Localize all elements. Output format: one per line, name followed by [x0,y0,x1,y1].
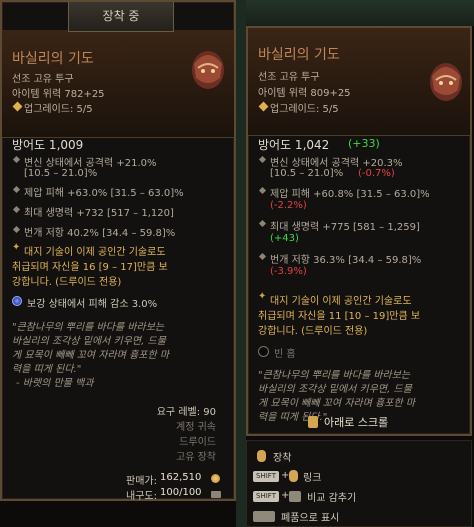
background-strip-top [246,0,474,26]
keybind-label: 폐품으로 표시 [281,513,340,524]
anvil-icon [211,491,221,498]
background-strip [236,0,246,527]
helm-icon [424,56,468,106]
keybind-link[interactable]: SHIFT + 링크 [247,467,473,485]
unique-power-line-2: 취급되며 자신을 11 [10 – 19]만큼 보 [258,311,421,322]
compared-item-tooltip: 바실리의 기도 선조 고유 투구 아이템 위력 809+25 업그레이드: 5/… [246,26,472,436]
affix-bullet-icon [258,155,267,164]
helm-icon [186,44,230,94]
shift-key-icon: SHIFT [253,491,279,502]
item-power: 아이템 위력 809+25 [258,88,351,99]
mouse-scroll-icon [308,416,318,428]
affix-bullet-icon [12,185,21,194]
empty-socket-icon [258,346,269,357]
affix-bullet-icon [12,225,21,234]
durability-value: 100/100 [160,487,202,498]
unique-power-line-3: 강합니다. (드루이드 전용) [258,326,368,337]
item-power: 아이템 위력 782+25 [12,89,105,100]
gold-coin-icon [211,474,220,483]
unique-power-line-1: 대지 기술이 이제 공인간 기술로도 [270,296,412,307]
scroll-down-hint: 아래로 스크롤 [324,416,389,429]
affix-4-diff: (-3.9%) [270,266,307,277]
flavor-line-1: "큰참나무의 뿌리를 바다를 바라보는 [12,322,165,333]
affix-1: 변신 상태에서 공격력 +20.3% [270,158,403,169]
affix-bullet-icon [258,219,267,228]
unique-star-icon: ✦ [12,242,21,253]
item-name: 바실리의 기도 [12,51,94,67]
affix-4: 번개 저항 36.3% [34.4 – 59.8]% [270,255,422,266]
unique-star-icon: ✦ [258,291,267,302]
left-click-icon [289,470,298,482]
class-restriction: 드루이드 [179,437,216,448]
shift-key-icon: SHIFT [253,471,279,482]
armor-value: 방어도 1,009 [12,138,84,152]
aspect-text: 보강 상태에서 피해 감소 3.0% [27,299,158,310]
unique-power-line-1: 대지 기술이 이제 공인간 기술로도 [24,247,166,258]
item-type: 선조 고유 투구 [258,72,320,83]
affix-2: 제압 피해 +60.8% [31.5 – 63.0]% [270,189,430,200]
unique-equipped: 고유 장착 [176,452,216,463]
affix-3: 최대 생명력 +732 [517 – 1,120] [24,208,174,219]
flavor-source: - 바렛의 만물 백과 [16,378,94,389]
affix-1: 변신 상태에서 공격력 +21.0% [24,158,157,169]
affix-3-diff: (+43) [270,233,299,244]
key-icon [289,491,301,502]
sell-label: 판매가: [126,476,157,487]
unique-power-line-2: 취급되며 자신을 16 [9 – 17]만큼 보 [12,262,168,273]
sell-value: 162,510 [160,472,202,483]
item-type: 선조 고유 투구 [12,74,74,85]
item-upgrades: 업그레이드: 5/5 [270,104,339,115]
empty-socket-label: 빈 홈 [274,349,296,360]
affix-4: 번개 저항 40.2% [34.4 – 59.8]% [24,228,176,239]
affix-bullet-icon [12,205,21,214]
keybind-label: 장착 [273,453,292,464]
account-bound: 계정 귀속 [176,422,216,433]
aspect-icon [12,296,22,306]
required-level: 요구 레벨: 90 [156,407,216,418]
item-upgrades: 업그레이드: 5/5 [24,104,93,115]
affix-bullet-icon [258,186,267,195]
affix-bullet-icon [258,252,267,261]
keybind-panel: 장착 SHIFT + 링크 SHIFT + 비교 감추기 폐품으로 표시 [246,440,472,527]
right-click-icon [257,450,266,462]
equipped-tab: 장착 중 [68,2,174,32]
keybind-mark-junk[interactable]: 폐품으로 표시 [247,507,473,525]
flavor-line-3: 게 묘목이 빼빼 꼬여 자라며 흉포한 마 [258,398,416,409]
affix-1-range: [10.5 – 21.0]% [24,168,98,179]
affix-3: 최대 생명력 +775 [581 – 1,259] [270,222,420,233]
equipped-item-tooltip: 장착 중 바실리의 기도 선조 고유 투구 아이템 위력 782+25 업그레이… [0,0,236,502]
keybind-hide-compare[interactable]: SHIFT + 비교 감추기 [247,487,473,505]
space-key-icon [253,511,275,522]
flavor-line-2: 바실리의 조각상 밑에서 키우면, 드물 [258,384,412,395]
durability-label: 내구도: [126,491,157,502]
affix-1-range: [10.5 – 21.0]% [270,168,344,179]
affix-2: 제압 피해 +63.0% [31.5 – 63.0]% [24,188,184,199]
armor-value: 방어도 1,042 [258,138,330,152]
keybind-label: 비교 감추기 [307,493,357,504]
item-name: 바실리의 기도 [258,47,340,63]
affix-2-diff: (-2.2%) [270,200,307,211]
keybind-label: 링크 [303,473,322,484]
flavor-line-3: 게 묘목이 빼빼 꼬여 자라며 흉포한 마 [12,350,170,361]
flavor-line-2: 바실리의 조각상 밑에서 키우면, 드물 [12,336,166,347]
armor-diff: (+33) [348,137,380,150]
flavor-line-4: 력을 띠게 된다." [12,364,82,375]
unique-power-line-3: 강합니다. (드루이드 전용) [12,277,122,288]
flavor-line-1: "큰참나무의 뿌리를 바다를 바라보는 [258,370,411,381]
affix-1-diff: (-0.7%) [358,168,395,179]
affix-bullet-icon [12,155,21,164]
